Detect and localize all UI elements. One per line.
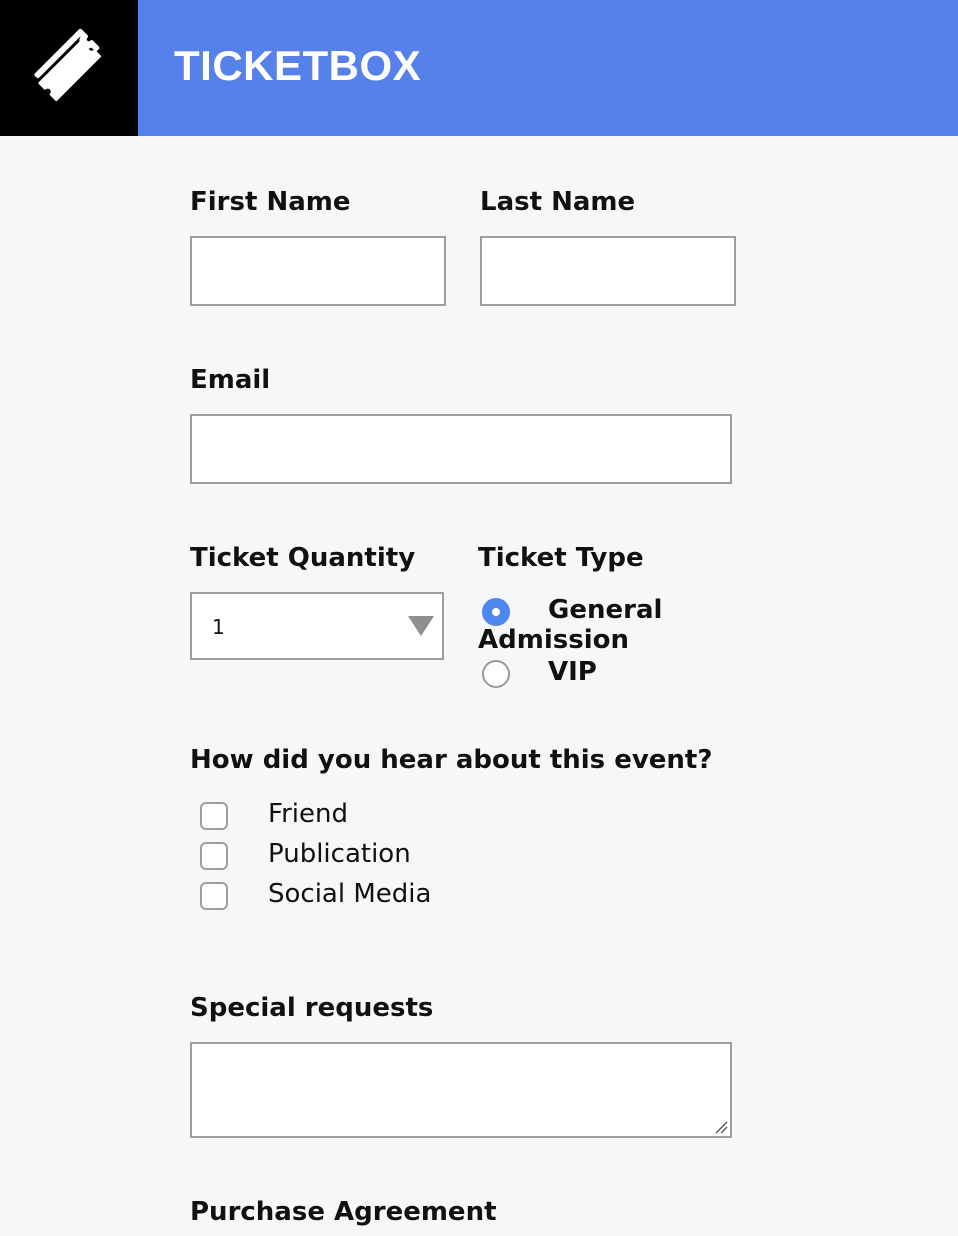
resize-grip-icon[interactable] [714, 1120, 728, 1134]
ticket-type-label: Ticket Type [478, 543, 644, 573]
ticket-icon [34, 28, 102, 102]
ticket-quantity-label: Ticket Quantity [190, 543, 416, 573]
referral-social-media-label: Social Media [268, 879, 432, 909]
ticket-quantity-value: 1 [212, 615, 225, 639]
referral-social-media-checkbox[interactable] [200, 882, 228, 910]
last-name-field[interactable] [480, 236, 736, 306]
ticket-type-general-label-line1: General [548, 595, 663, 625]
brand-title: TICKETBOX [174, 42, 422, 89]
ticket-quantity-select[interactable]: 1 [190, 592, 444, 660]
ticket-type-vip-radio[interactable] [482, 660, 510, 688]
last-name-label: Last Name [480, 187, 636, 217]
referral-publication-checkbox[interactable] [200, 842, 228, 870]
chevron-down-icon [408, 616, 434, 636]
first-name-label: First Name [190, 187, 351, 217]
referral-publication-label: Publication [268, 839, 411, 869]
email-field[interactable] [190, 414, 732, 484]
referral-question-label: How did you hear about this event? [190, 745, 713, 775]
special-requests-textarea[interactable] [190, 1042, 732, 1138]
logo[interactable] [0, 0, 138, 136]
ticket-type-general-radio[interactable] [482, 598, 510, 626]
referral-friend-checkbox[interactable] [200, 802, 228, 830]
header-bar: TICKETBOX [0, 0, 958, 136]
purchase-agreement-label: Purchase Agreement [190, 1197, 497, 1227]
email-label: Email [190, 365, 271, 395]
ticket-type-general-label-line2: Admission [478, 625, 629, 655]
ticket-type-vip-label: VIP [548, 657, 597, 687]
referral-friend-label: Friend [268, 799, 348, 829]
first-name-field[interactable] [190, 236, 446, 306]
special-requests-label: Special requests [190, 993, 434, 1023]
